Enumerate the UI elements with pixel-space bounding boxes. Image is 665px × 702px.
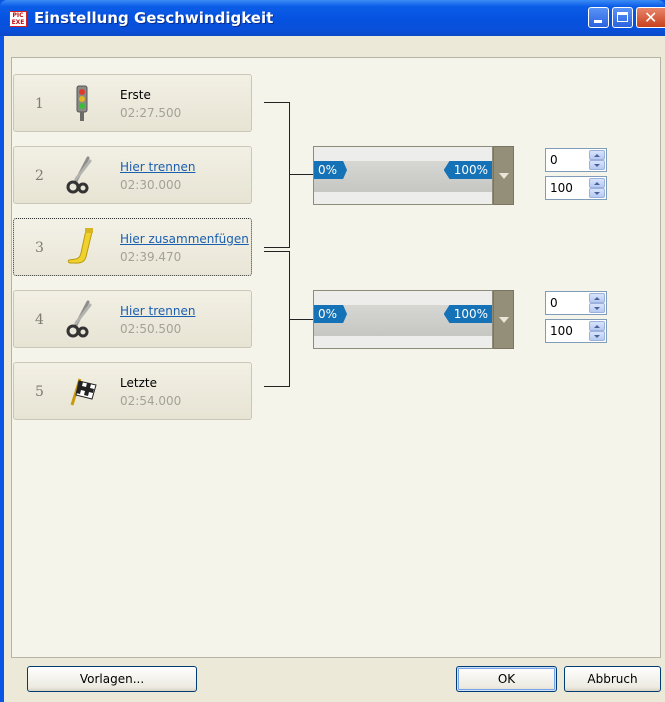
- stop-item-selected[interactable]: 3 Hier zusammenfügen 02:39.470: [13, 218, 252, 276]
- stop-number: 2: [35, 168, 44, 184]
- stop-time: 02:27.500: [120, 106, 182, 120]
- spinner-arrows[interactable]: [589, 321, 605, 341]
- connector-tick: [289, 319, 313, 320]
- spinner-arrows[interactable]: [589, 293, 605, 313]
- spin-up-icon[interactable]: [589, 293, 605, 303]
- speed-preset-dropdown-button[interactable]: [493, 290, 514, 349]
- scissors-icon: [66, 300, 92, 338]
- start-speed-value[interactable]: 0: [550, 296, 558, 310]
- dialog-client-area: 1 Erste 02:27.500 2 Hier trennen 02:30.0…: [4, 36, 665, 702]
- connector-tick: [289, 174, 313, 175]
- stop-name-link[interactable]: Hier zusammenfügen: [120, 232, 249, 246]
- checkered-flag-icon: [70, 378, 97, 406]
- scissors-icon: [66, 156, 92, 194]
- close-button[interactable]: ✕: [636, 7, 665, 28]
- templates-button[interactable]: Vorlagen...: [27, 666, 197, 692]
- dialog-window: PIC EXE Einstellung Geschwindigkeit ✕ 1 …: [0, 0, 665, 702]
- stop-number: 4: [35, 312, 44, 328]
- speed-end-label[interactable]: 100%: [443, 161, 492, 179]
- title-bar[interactable]: PIC EXE Einstellung Geschwindigkeit ✕: [0, 0, 665, 36]
- speed-end-label[interactable]: 100%: [443, 305, 492, 323]
- spin-up-icon[interactable]: [589, 178, 605, 188]
- stop-time: 02:30.000: [120, 178, 182, 192]
- end-speed-spinner[interactable]: 100: [545, 319, 607, 343]
- stop-time: 02:39.470: [120, 250, 182, 264]
- spin-up-icon[interactable]: [589, 150, 605, 160]
- spin-down-icon[interactable]: [589, 331, 605, 341]
- end-speed-value[interactable]: 100: [550, 181, 573, 195]
- end-speed-spinner[interactable]: 100: [545, 176, 607, 200]
- traffic-light-icon: [76, 85, 88, 121]
- minimize-button[interactable]: [588, 7, 609, 28]
- stop-item[interactable]: 2 Hier trennen 02:30.000: [13, 146, 252, 204]
- stop-name: Letzte: [120, 376, 157, 390]
- start-speed-value[interactable]: 0: [550, 153, 558, 167]
- speed-start-label[interactable]: 0%: [314, 161, 348, 179]
- spin-down-icon[interactable]: [589, 188, 605, 198]
- spin-down-icon[interactable]: [589, 160, 605, 170]
- start-speed-spinner[interactable]: 0: [545, 148, 607, 172]
- stop-name: Erste: [120, 88, 151, 102]
- spinner-arrows[interactable]: [589, 178, 605, 198]
- spin-up-icon[interactable]: [589, 321, 605, 331]
- app-icon-text: PIC EXE: [11, 12, 25, 26]
- stop-name-link[interactable]: Hier trennen: [120, 160, 195, 174]
- cancel-button[interactable]: Abbruch: [564, 666, 661, 692]
- segment-connector: [264, 251, 290, 387]
- close-icon: ✕: [644, 8, 658, 27]
- spinner-arrows[interactable]: [589, 150, 605, 170]
- stop-number: 5: [35, 384, 44, 400]
- speed-start-label[interactable]: 0%: [314, 305, 348, 323]
- spin-down-icon[interactable]: [589, 303, 605, 313]
- segment-connector: [264, 102, 290, 248]
- stop-item[interactable]: 5 Letzte 02:54.000: [13, 362, 252, 420]
- stop-time: 02:50.500: [120, 322, 182, 336]
- stop-item[interactable]: 1 Erste 02:27.500: [13, 74, 252, 132]
- stop-name-link[interactable]: Hier trennen: [120, 304, 195, 318]
- maximize-button[interactable]: [612, 7, 633, 28]
- speed-panel: 1 Erste 02:27.500 2 Hier trennen 02:30.0…: [11, 57, 661, 658]
- window-title: Einstellung Geschwindigkeit: [34, 9, 274, 27]
- ok-button[interactable]: OK: [456, 666, 557, 692]
- pic-exe-app-icon: PIC EXE: [9, 11, 27, 27]
- stop-number: 1: [35, 96, 44, 112]
- glue-tube-icon: [67, 228, 93, 264]
- stop-time: 02:54.000: [120, 394, 182, 408]
- speed-preset-dropdown-button[interactable]: [493, 146, 514, 205]
- speed-curve-editor[interactable]: 0% 100%: [313, 146, 493, 205]
- end-speed-value[interactable]: 100: [550, 324, 573, 338]
- stop-number: 3: [35, 240, 44, 256]
- start-speed-spinner[interactable]: 0: [545, 291, 607, 315]
- stop-item[interactable]: 4 Hier trennen 02:50.500: [13, 290, 252, 348]
- speed-curve-editor[interactable]: 0% 100%: [313, 290, 493, 349]
